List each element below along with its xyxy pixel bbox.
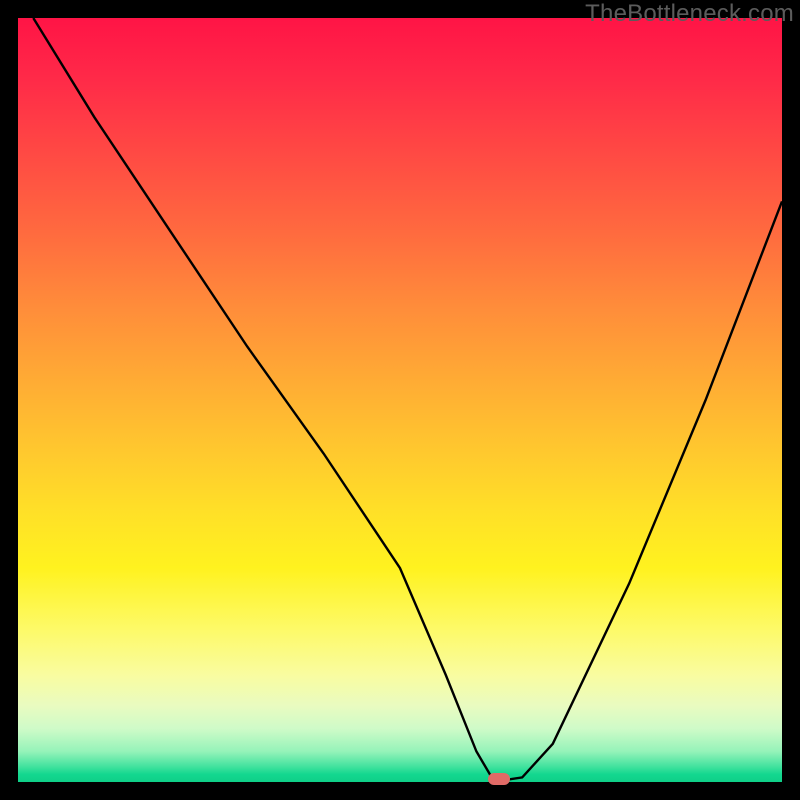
plot-frame bbox=[18, 18, 782, 782]
bottleneck-curve bbox=[18, 18, 782, 782]
watermark-text: TheBottleneck.com bbox=[585, 0, 794, 28]
optimum-marker bbox=[488, 773, 510, 785]
